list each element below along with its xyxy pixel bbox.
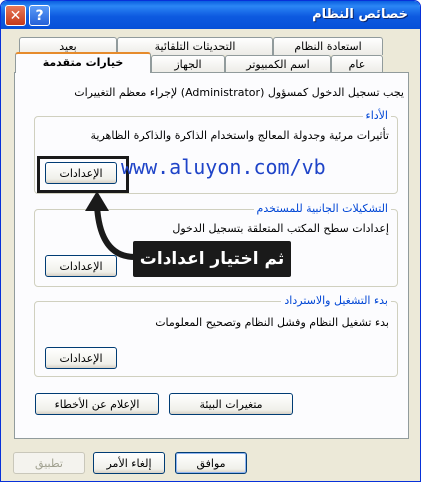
instruction-callout: ثم اختيار اعدادات	[133, 241, 291, 277]
system-properties-window: ✕ ? خصائص النظام استعادة النظام التحديثا…	[0, 0, 421, 482]
